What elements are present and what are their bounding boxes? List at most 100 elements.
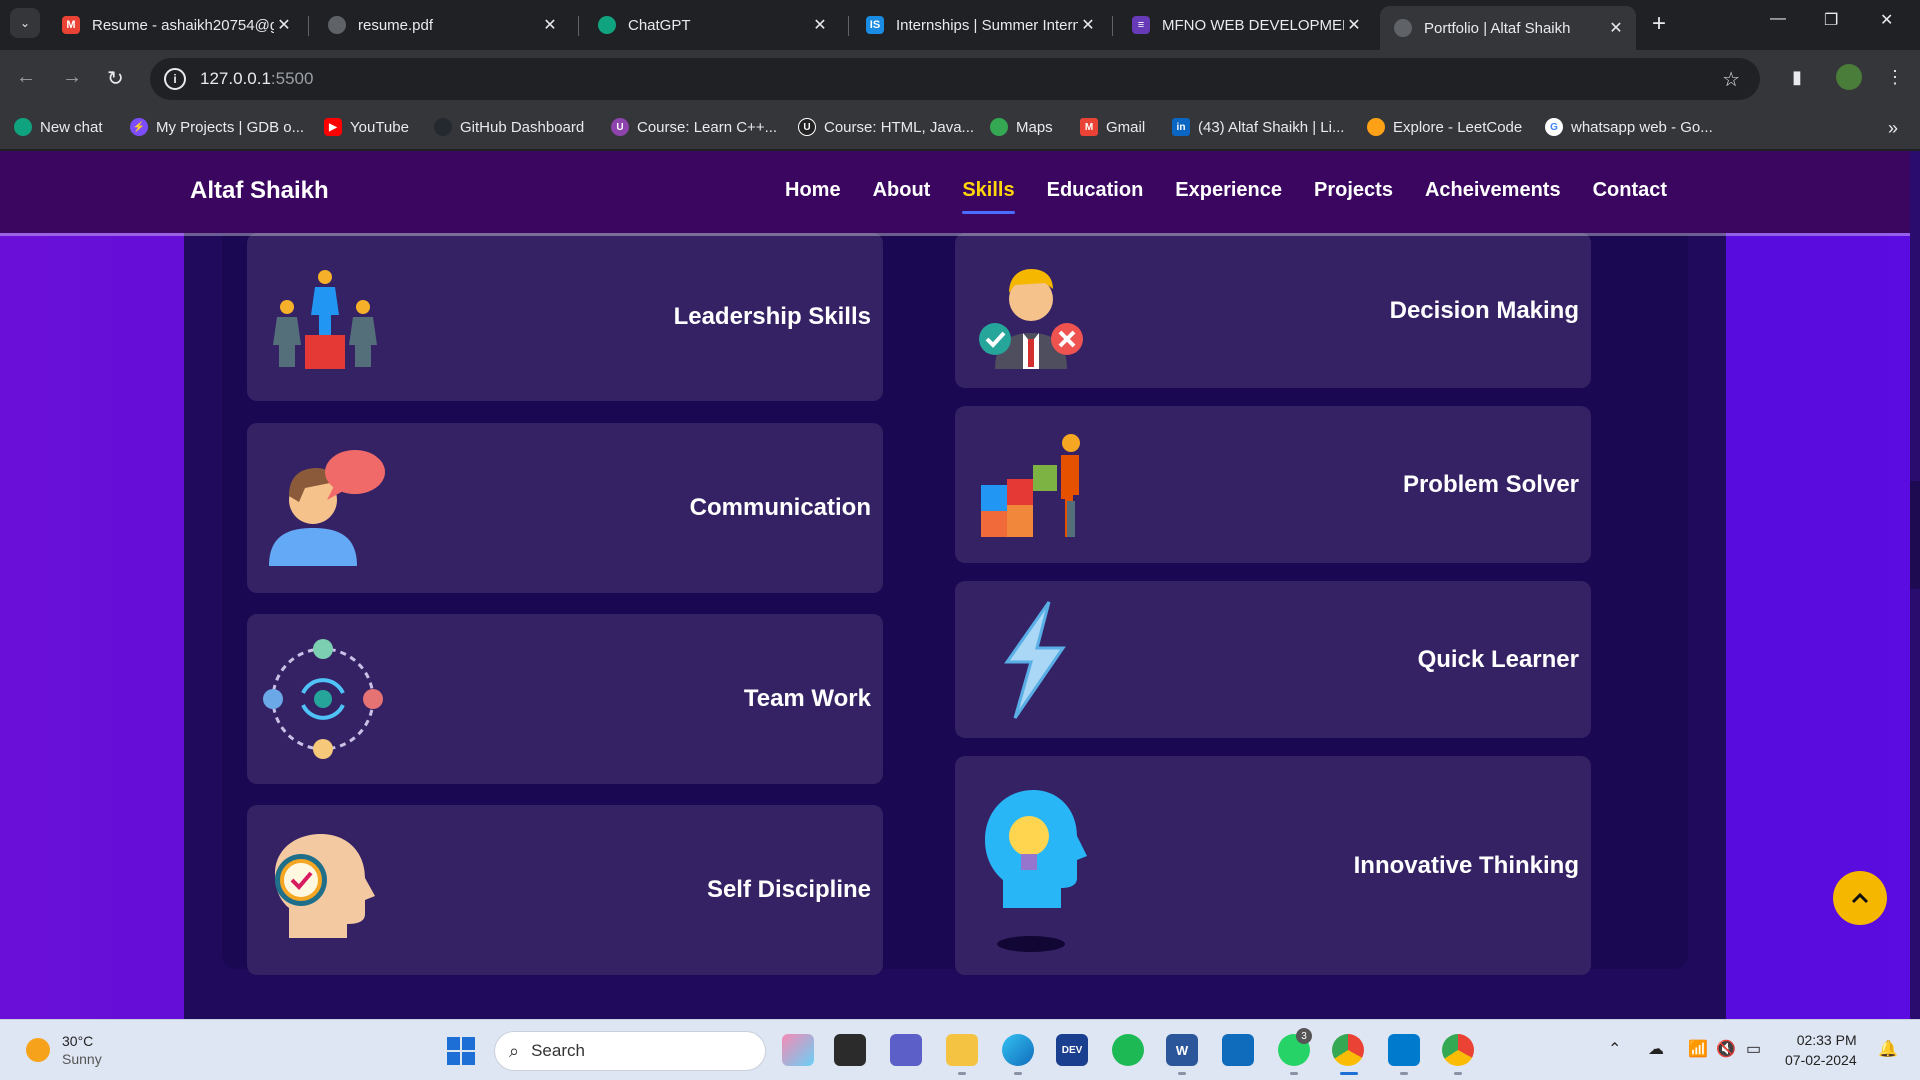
site-info-icon[interactable]: i [164,68,186,90]
copilot-icon[interactable] [782,1034,814,1066]
tab-resume-gmail[interactable]: M Resume - ashaikh20754@g ✕ [48,6,304,44]
site-brand[interactable]: Altaf Shaikh [190,177,329,205]
bookmark-gmail[interactable]: M Gmail [1080,118,1145,136]
weather-condition: Sunny [62,1051,102,1067]
new-tab-button[interactable]: + [1652,10,1666,38]
close-window-icon[interactable]: ✕ [1880,10,1893,30]
edge-icon[interactable] [1002,1034,1034,1066]
skill-label: Team Work [743,685,871,712]
chevron-up-icon [1851,892,1869,904]
tab-portfolio[interactable]: Portfolio | Altaf Shaikh ✕ [1380,6,1636,50]
bookmark-github[interactable]: GitHub Dashboard [434,118,584,136]
address-bar[interactable]: i 127.0.0.1:5500 ☆ [150,58,1760,100]
weather-temp: 30°C [62,1033,94,1049]
nav-skills[interactable]: Skills [962,179,1015,214]
browser-toolbar: ← → ↻ i 127.0.0.1:5500 ☆ ▮ ⋮ [0,50,1920,108]
close-tab-icon[interactable]: ✕ [1606,18,1626,38]
nav-projects[interactable]: Projects [1314,179,1393,202]
reload-icon[interactable]: ↻ [107,66,124,91]
tab-search-button[interactable]: ⌄ [10,8,40,38]
taskbar-search[interactable]: ⌕ Search [494,1031,766,1071]
close-tab-icon[interactable]: ✕ [1078,15,1098,35]
taskbar-clock[interactable]: 02:33 PM 07-02-2024 [1785,1030,1857,1070]
back-icon[interactable]: ← [16,66,36,89]
ms-store-icon[interactable] [1222,1034,1254,1066]
url-text: 127.0.0.1:5500 [200,69,314,88]
nav-about[interactable]: About [873,179,931,202]
side-panel-icon[interactable]: ▮ [1792,67,1802,88]
tab-internships[interactable]: IS Internships | Summer Intern ✕ [852,6,1108,44]
tab-chatgpt[interactable]: ChatGPT ✕ [584,6,840,44]
nav-education[interactable]: Education [1047,179,1144,202]
course-icon: U [611,118,629,136]
vscode-icon[interactable] [1388,1034,1420,1066]
scroll-to-top-button[interactable] [1833,871,1887,925]
bookmark-star-icon[interactable]: ☆ [1722,67,1740,92]
onedrive-icon[interactable]: ☁ [1648,1039,1664,1059]
wifi-icon[interactable]: 📶 [1688,1039,1708,1059]
dev-c-icon[interactable]: DEV [1056,1034,1088,1066]
person-speech-bubble-icon [259,444,387,572]
teams-chat-icon[interactable] [890,1034,922,1066]
word-icon[interactable]: W [1166,1034,1198,1066]
skill-card-communication: Communication [247,423,883,593]
puzzle-person-icon [967,421,1095,549]
chrome-profile-icon[interactable] [1442,1034,1474,1066]
tray-overflow-icon[interactable]: ⌃ [1608,1039,1621,1059]
tab-mfno-form[interactable]: ≡ MFNO WEB DEVELOPMEN ✕ [1118,6,1374,44]
restore-icon[interactable]: ❐ [1824,10,1838,30]
skill-label: Decision Making [1389,296,1579,324]
linkedin-icon: in [1172,118,1190,136]
skill-label: Innovative Thinking [1353,851,1579,879]
nav-experience[interactable]: Experience [1175,179,1282,202]
bookmark-whatsapp-search[interactable]: Gwhatsapp web - Go... [1545,118,1713,136]
gmail-icon: M [1080,118,1098,136]
menu-kebab-icon[interactable]: ⋮ [1886,67,1904,88]
windows-start-icon[interactable] [447,1037,475,1065]
tab-resume-pdf[interactable]: resume.pdf ✕ [314,6,570,44]
close-tab-icon[interactable]: ✕ [274,15,294,35]
close-tab-icon[interactable]: ✕ [810,15,830,35]
bookmark-gdb[interactable]: ⚡ My Projects | GDB o... [130,118,304,136]
nav-contact[interactable]: Contact [1593,179,1667,202]
bookmark-maps[interactable]: Maps [990,118,1053,136]
chrome-icon[interactable] [1332,1034,1364,1066]
file-explorer-icon[interactable] [946,1034,978,1066]
battery-icon[interactable]: ▭ [1746,1039,1761,1059]
skill-label: Communication [689,494,871,521]
minimize-icon[interactable]: — [1770,10,1786,28]
nav-links: Home About Skills Education Experience P… [785,179,1699,214]
close-tab-icon[interactable]: ✕ [540,15,560,35]
windows-taskbar: 30°C Sunny ⌕ Search DEV W 3 ⌃ ☁ 📶 🔇 ▭ 02… [0,1019,1920,1080]
more-bookmarks-icon[interactable]: » [1888,118,1898,139]
bookmark-new-chat[interactable]: New chat [14,118,103,136]
team-network-icon [259,635,387,763]
forward-icon[interactable]: → [62,66,82,89]
task-view-icon[interactable] [834,1034,866,1066]
scrollbar-thumb[interactable] [1910,481,1920,589]
nav-acheivements[interactable]: Acheivements [1425,179,1561,202]
close-tab-icon[interactable]: ✕ [1344,15,1364,35]
lightning-bolt-icon [967,596,1095,724]
bookmarks-bar: New chat ⚡ My Projects | GDB o... ▶ YouTub… [0,108,1920,150]
site-navbar: Altaf Shaikh Home About Skills Education… [0,151,1920,233]
leetcode-icon [1367,118,1385,136]
bookmark-linkedin[interactable]: in (43) Altaf Shaikh | Li... [1172,118,1344,136]
volume-muted-icon[interactable]: 🔇 [1716,1039,1736,1059]
bookmark-course-html[interactable]: U Course: HTML, Java... [798,118,974,136]
search-icon: ⌕ [509,1040,520,1061]
spotify-icon[interactable] [1112,1034,1144,1066]
maps-icon [990,118,1008,136]
skill-label: Quick Learner [1417,645,1579,673]
notification-bell-icon[interactable]: 🔔 [1878,1039,1898,1059]
weather-widget[interactable]: 30°C Sunny [26,1032,102,1068]
bookmark-leetcode[interactable]: Explore - LeetCode [1367,118,1522,136]
nav-home[interactable]: Home [785,179,841,202]
profile-avatar[interactable] [1836,64,1862,90]
bookmark-course-cpp[interactable]: U Course: Learn C++... [611,118,777,136]
globe-icon [328,16,346,34]
businessman-check-cross-icon [967,247,1095,375]
bookmark-youtube[interactable]: ▶ YouTube [324,118,409,136]
chatgpt-icon [598,16,616,34]
gmail-icon: M [62,16,80,34]
